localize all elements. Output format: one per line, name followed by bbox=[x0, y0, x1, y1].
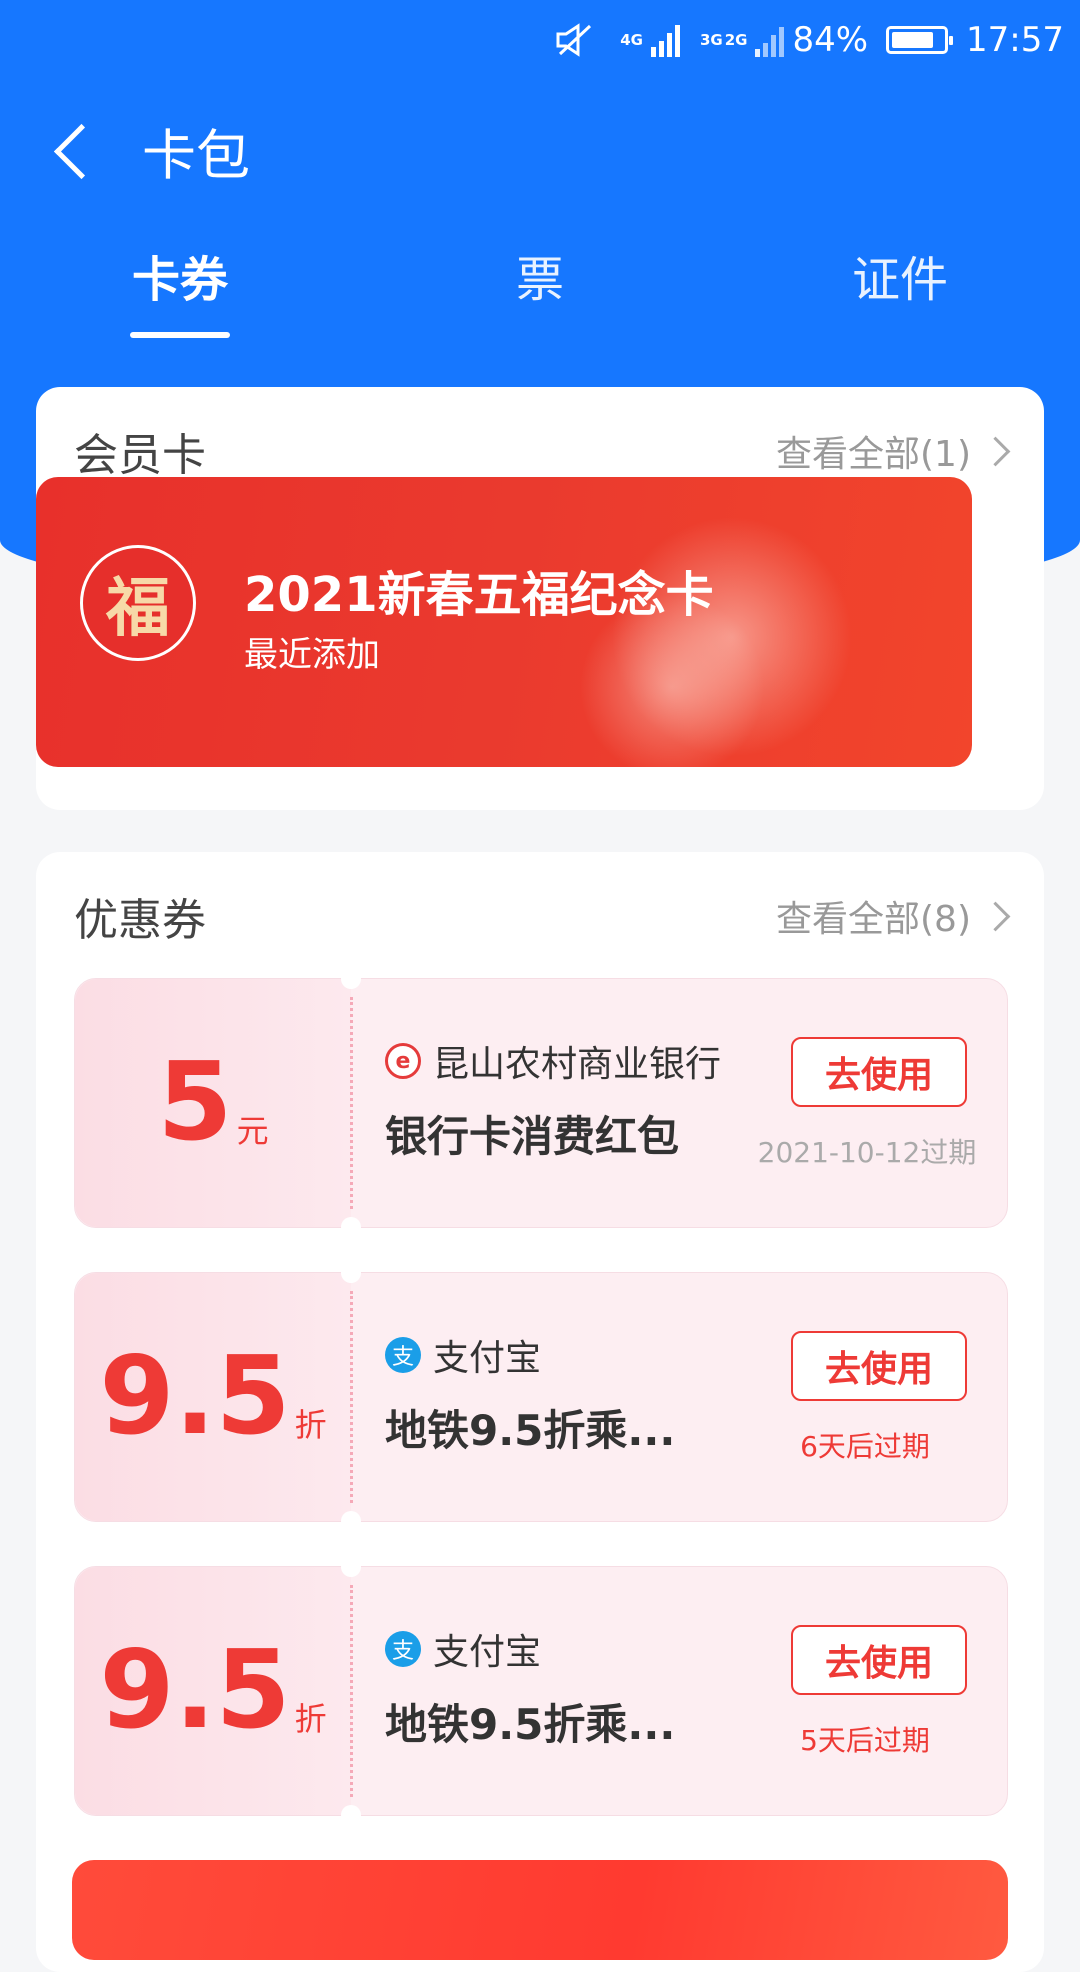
coupon-amount: 9.5 折 bbox=[75, 1567, 351, 1815]
coupon-amount: 9.5 折 bbox=[75, 1273, 351, 1521]
membership-panel-header: 会员卡 查看全部(1) bbox=[74, 421, 1011, 481]
coupon-amount: 5 元 bbox=[75, 979, 351, 1227]
tab-certificates[interactable]: 证件 bbox=[850, 240, 950, 310]
tab-tickets[interactable]: 票 bbox=[500, 240, 580, 310]
battery-icon bbox=[886, 26, 954, 54]
wufu-memorial-card[interactable]: 福 2021新春五福纪念卡 最近添加 bbox=[36, 477, 972, 767]
coupon-expiry: 5天后过期 bbox=[800, 1724, 930, 1757]
use-coupon-button[interactable]: 去使用 bbox=[791, 1625, 967, 1695]
status-bar: 4G 3G 2G 84% 17:57 bbox=[0, 0, 1080, 80]
chevron-right-icon bbox=[980, 901, 1011, 931]
active-tab-indicator bbox=[130, 332, 230, 338]
membership-view-all-link[interactable]: 查看全部(1) bbox=[776, 425, 1011, 477]
mute-icon bbox=[556, 23, 592, 57]
tab-bar: 卡券 票 证件 bbox=[0, 240, 1080, 350]
coupon-amount-unit: 折 bbox=[294, 1406, 327, 1444]
coupon-amount-unit: 元 bbox=[236, 1112, 269, 1150]
coupon-issuer-name: 支付宝 bbox=[433, 1632, 542, 1673]
clock: 17:57 bbox=[966, 20, 1064, 60]
coupon-item[interactable]: 5 元 e 昆山农村商业银行 银行卡消费红包 去使用 2021-10-12过期 bbox=[74, 969, 1008, 1237]
coupons-panel: 优惠券 查看全部(8) 5 元 e 昆山农村商业银行 银行卡消费红包 去使用 2… bbox=[36, 852, 1044, 1972]
coupon-issuer: 支 支付宝 bbox=[385, 1329, 541, 1381]
battery-percent: 84% bbox=[792, 20, 869, 60]
card-name: 2021新春五福纪念卡 bbox=[244, 567, 714, 623]
signal-strength-2-icon bbox=[755, 23, 785, 57]
network-type-4g: 4G bbox=[620, 30, 643, 49]
bank-logo-icon: e bbox=[385, 1043, 421, 1079]
use-coupon-button[interactable]: 去使用 bbox=[791, 1037, 967, 1107]
coupon-issuer-name: 昆山农村商业银行 bbox=[433, 1044, 722, 1085]
coupon-item[interactable]: 9.5 折 支 支付宝 地铁9.5折乘... 去使用 6天后过期 bbox=[74, 1263, 1008, 1531]
coupon-amount-value: 9.5 bbox=[99, 1334, 291, 1459]
use-coupon-button[interactable]: 去使用 bbox=[791, 1331, 967, 1401]
tab-cards-coupons[interactable]: 卡券 bbox=[130, 240, 230, 310]
coupons-section-title: 优惠券 bbox=[74, 895, 206, 946]
coupon-title: 地铁9.5折乘... bbox=[385, 1406, 676, 1455]
coupons-panel-header: 优惠券 查看全部(8) bbox=[74, 886, 1011, 946]
coupon-expiry: 6天后过期 bbox=[800, 1430, 930, 1463]
coupon-title: 地铁9.5折乘... bbox=[385, 1700, 676, 1749]
coupon-title: 银行卡消费红包 bbox=[385, 1112, 680, 1161]
alipay-icon: 支 bbox=[385, 1337, 421, 1373]
coupon-amount-unit: 折 bbox=[294, 1700, 327, 1738]
card-subtitle: 最近添加 bbox=[244, 635, 380, 675]
coupon-issuer: e 昆山农村商业银行 bbox=[385, 1035, 721, 1087]
membership-view-all-label: 查看全部(1) bbox=[776, 434, 971, 475]
coupon-item-partial[interactable] bbox=[72, 1860, 1008, 1960]
page-title: 卡包 bbox=[142, 123, 250, 187]
coupon-amount-value: 9.5 bbox=[99, 1628, 291, 1753]
coupon-expiry: 2021-10-12过期 bbox=[757, 1136, 977, 1169]
coupon-issuer-name: 支付宝 bbox=[433, 1338, 542, 1379]
signal-strength-icon bbox=[650, 23, 680, 57]
coupons-view-all-label: 查看全部(8) bbox=[776, 899, 971, 940]
coupon-amount-value: 5 bbox=[157, 1040, 233, 1165]
coupon-item[interactable]: 9.5 折 支 支付宝 地铁9.5折乘... 去使用 5天后过期 bbox=[74, 1557, 1008, 1825]
app-header: 卡包 bbox=[0, 110, 1080, 190]
alipay-icon: 支 bbox=[385, 1631, 421, 1667]
network-type-3g: 3G bbox=[699, 30, 723, 49]
membership-section-title: 会员卡 bbox=[74, 430, 206, 481]
fu-logo-icon: 福 bbox=[80, 545, 196, 661]
coupon-issuer: 支 支付宝 bbox=[385, 1623, 541, 1675]
chevron-right-icon bbox=[980, 436, 1011, 466]
coupons-view-all-link[interactable]: 查看全部(8) bbox=[776, 890, 1011, 942]
back-arrow-icon[interactable] bbox=[40, 110, 120, 190]
network-type-2g: 2G bbox=[724, 30, 748, 49]
